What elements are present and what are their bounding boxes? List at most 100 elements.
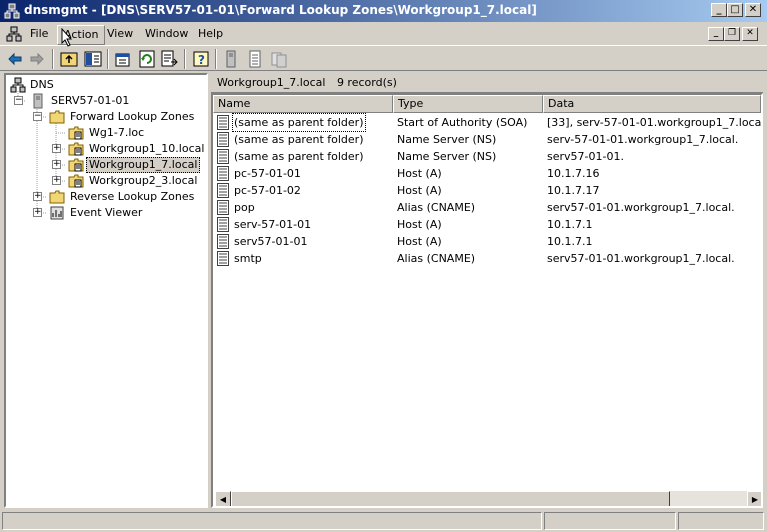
expand-toggle[interactable]: + xyxy=(52,144,61,153)
help-icon[interactable]: ? xyxy=(192,50,210,68)
tree-node-label: Wg1-7.loc xyxy=(89,126,145,139)
cell-data: 10.1.7.1 xyxy=(547,235,593,248)
toolbar-separator xyxy=(215,49,217,69)
mouse-cursor-icon xyxy=(61,28,73,47)
toolbar-separator xyxy=(52,49,54,69)
tree-node-zone-selected[interactable]: + Workgroup1_7.local xyxy=(8,157,206,173)
export-list-icon[interactable] xyxy=(160,50,178,68)
refresh-icon[interactable] xyxy=(138,50,156,68)
table-row[interactable]: smtp Alias (CNAME) serv57-01-01.workgroup1… xyxy=(213,250,761,267)
record-icon xyxy=(217,217,229,232)
tree-node-dns[interactable]: DNS xyxy=(8,77,206,93)
record-icon[interactable] xyxy=(246,50,264,68)
cell-data: serv57-01-01.workgroup1_7.local. xyxy=(547,252,735,265)
table-row[interactable]: serv-57-01-01 Host (A) 10.1.7.1 xyxy=(213,216,761,233)
up-folder-icon[interactable] xyxy=(60,50,78,68)
cell-type: Host (A) xyxy=(397,167,442,180)
properties-icon[interactable] xyxy=(114,50,132,68)
expand-toggle[interactable]: + xyxy=(33,192,42,201)
status-panel xyxy=(2,512,542,530)
details-header: Workgroup1_7.local 9 record(s) xyxy=(211,73,763,93)
tree-node-label: Forward Lookup Zones xyxy=(70,110,195,123)
tree-node-zone[interactable]: + Workgroup2_3.local xyxy=(8,173,206,189)
table-row[interactable]: pop Alias (CNAME) serv57-01-01.workgroup1_… xyxy=(213,199,761,216)
record-count: 9 record(s) xyxy=(336,76,397,89)
scroll-left-button[interactable]: ◀ xyxy=(215,491,231,506)
forward-arrow-icon[interactable] xyxy=(28,50,46,68)
expand-toggle[interactable]: + xyxy=(52,176,61,185)
cell-name: serv-57-01-01 xyxy=(234,218,312,231)
menu-help[interactable]: Help xyxy=(196,27,225,43)
tree-node-zone[interactable]: + Workgroup1_10.local xyxy=(8,141,206,157)
cell-data: 10.1.7.16 xyxy=(547,167,600,180)
status-bar xyxy=(0,510,767,532)
console-tree[interactable]: DNS − SERV57-01-01 − Forward Lookup Zone… xyxy=(4,73,208,508)
tree-node-label: Event Viewer xyxy=(70,206,143,219)
table-row[interactable]: pc-57-01-02 Host (A) 10.1.7.17 xyxy=(213,182,761,199)
expand-toggle[interactable]: + xyxy=(33,208,42,217)
tree-node-label: DNS xyxy=(30,78,54,91)
tree-node-forward-lookup-zones[interactable]: − Forward Lookup Zones xyxy=(8,109,206,125)
toolbar-separator xyxy=(184,49,186,69)
cell-data: serv57-01-01.workgroup1_7.local. xyxy=(547,201,735,214)
record-icon xyxy=(217,115,229,130)
records-list[interactable]: Name Type Data (same as parent folder) St… xyxy=(211,93,763,508)
table-row[interactable]: (same as parent folder) Start of Authorit… xyxy=(213,113,761,132)
tree-node-server[interactable]: − SERV57-01-01 xyxy=(8,93,206,109)
record-icon xyxy=(217,234,229,249)
cell-type: Name Server (NS) xyxy=(397,133,497,146)
dns-icon xyxy=(10,77,26,93)
mdi-close-button[interactable]: ✕ xyxy=(742,27,758,41)
zone-name: Workgroup1_7.local xyxy=(217,76,326,89)
table-row[interactable]: pc-57-01-01 Host (A) 10.1.7.16 xyxy=(213,165,761,182)
show-hide-tree-icon[interactable] xyxy=(84,50,102,68)
cell-name: serv57-01-01 xyxy=(234,235,308,248)
table-row[interactable]: (same as parent folder) Name Server (NS) s… xyxy=(213,148,761,165)
server-icon[interactable] xyxy=(222,50,240,68)
collapse-toggle[interactable]: − xyxy=(33,112,42,121)
column-header-data[interactable]: Data xyxy=(543,95,761,113)
collapse-toggle[interactable]: − xyxy=(14,96,23,105)
zones-icon[interactable] xyxy=(270,50,288,68)
tree-node-reverse-lookup-zones[interactable]: + Reverse Lookup Zones xyxy=(8,189,206,205)
menu-window[interactable]: Window xyxy=(143,27,190,43)
cell-data: 10.1.7.1 xyxy=(547,218,593,231)
dns-app-icon xyxy=(4,3,20,19)
record-icon xyxy=(217,149,229,164)
dns-menu-icon[interactable] xyxy=(6,26,22,42)
cell-data: [33], serv-57-01-01.workgroup1_7.local.,… xyxy=(547,116,761,129)
tree-node-event-viewer[interactable]: + Event Viewer xyxy=(8,205,206,221)
close-button[interactable]: ✕ xyxy=(745,3,761,17)
cell-name: (same as parent folder) xyxy=(234,133,364,146)
cell-type: Alias (CNAME) xyxy=(397,201,476,214)
horizontal-scrollbar[interactable]: ◀ ▶ xyxy=(215,491,761,506)
back-arrow-icon[interactable] xyxy=(6,50,24,68)
menu-file[interactable]: File xyxy=(28,27,50,43)
menu-view[interactable]: View xyxy=(105,27,135,43)
record-icon xyxy=(217,183,229,198)
svg-text:?: ? xyxy=(198,53,205,67)
mdi-minimize-button[interactable]: _ xyxy=(708,27,724,41)
table-row[interactable]: serv57-01-01 Host (A) 10.1.7.1 xyxy=(213,233,761,250)
details-pane: Workgroup1_7.local 9 record(s) Name Type… xyxy=(211,73,763,508)
mdi-restore-button[interactable]: ❐ xyxy=(724,27,740,41)
status-panel xyxy=(544,512,676,530)
maximize-button[interactable]: □ xyxy=(727,3,743,17)
scroll-thumb[interactable] xyxy=(231,491,670,506)
title-bar: dnsmgmt - [DNS\SERV57-01-01\Forward Look… xyxy=(0,0,767,22)
expand-toggle[interactable]: + xyxy=(52,160,61,169)
folder-icon xyxy=(49,190,65,204)
table-row[interactable]: (same as parent folder) Name Server (NS) s… xyxy=(213,131,761,148)
tree-node-zone[interactable]: Wg1-7.loc xyxy=(8,125,206,141)
cell-data: serv-57-01-01.workgroup1_7.local. xyxy=(547,133,739,146)
minimize-button[interactable]: _ xyxy=(711,3,727,17)
tree-node-label: Reverse Lookup Zones xyxy=(70,190,195,203)
window-title: dnsmgmt - [DNS\SERV57-01-01\Forward Look… xyxy=(24,3,537,17)
zone-icon xyxy=(68,126,84,140)
column-header-name[interactable]: Name xyxy=(213,95,393,113)
server-icon xyxy=(33,93,43,109)
scroll-right-button[interactable]: ▶ xyxy=(747,491,761,506)
record-icon xyxy=(217,166,229,181)
tree-node-label: SERV57-01-01 xyxy=(51,94,130,107)
column-header-type[interactable]: Type xyxy=(393,95,543,113)
